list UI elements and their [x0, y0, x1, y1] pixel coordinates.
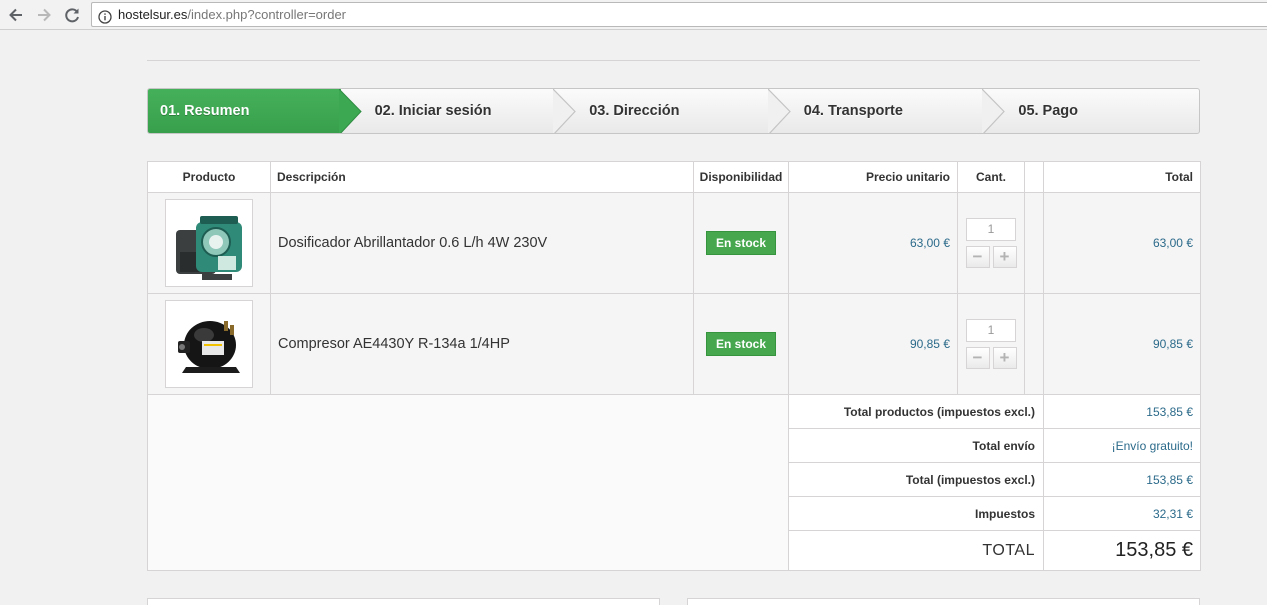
table-row: Compresor AE4430Y R-134a 1/4HP En stock … [147, 293, 1201, 395]
product-description[interactable]: Dosificador Abrillantador 0.6 L/h 4W 230… [270, 192, 694, 294]
summary-label: Total envío [788, 428, 1044, 463]
header-qty: Cant. [957, 161, 1025, 193]
step-label: 05. Pago [1018, 103, 1079, 119]
checkout-steps: 01. Resumen 02. Iniciar sesión 03. Direc… [147, 88, 1200, 134]
qty-plus-button[interactable]: + [992, 246, 1017, 268]
dosing-pump-product-image[interactable] [165, 199, 253, 287]
grand-total-value: 153,85 € [1043, 530, 1201, 571]
table-header-row: Producto Descripción Disponibilidad Prec… [147, 161, 1201, 193]
step-label: 04. Transporte [803, 103, 903, 119]
grand-total-label: TOTAL [788, 530, 1044, 571]
step-arrow-icon [553, 89, 577, 133]
qty-minus-button[interactable]: − [965, 347, 990, 369]
voucher-area [147, 394, 789, 571]
header-product: Producto [147, 161, 271, 193]
qty-cell: 1 − + [957, 192, 1025, 294]
cart-summary-table: Producto Descripción Disponibilidad Prec… [147, 161, 1201, 571]
in-stock-badge: En stock [705, 231, 776, 255]
delete-cell [1024, 192, 1044, 294]
qty-cell: 1 − + [957, 293, 1025, 395]
step-summary[interactable]: 01. Resumen [148, 89, 362, 133]
summary-label: Impuestos [788, 496, 1044, 531]
header-delete [1024, 161, 1044, 193]
summary-value: 32,31 € [1043, 496, 1201, 531]
url-path: /index.php?controller=order [187, 7, 347, 22]
line-total: 90,85 € [1043, 293, 1201, 395]
step-shipping[interactable]: 04. Transporte [770, 89, 1006, 133]
step-payment[interactable]: 05. Pago [984, 89, 1199, 133]
summary-value: 153,85 € [1043, 394, 1201, 429]
step-arrow-icon [767, 89, 791, 133]
table-row: Dosificador Abrillantador 0.6 L/h 4W 230… [147, 192, 1201, 294]
summary-label: Total productos (impuestos excl.) [788, 394, 1044, 429]
product-image-cell [147, 192, 271, 294]
qty-plus-button[interactable]: + [992, 347, 1017, 369]
back-arrow-icon[interactable] [6, 5, 26, 25]
summary-label: Total (impuestos excl.) [788, 462, 1044, 497]
address-bar[interactable]: hostelsur.es/index.php?controller=order [91, 2, 1267, 27]
header-availability: Disponibilidad [693, 161, 789, 193]
header-unit-price: Precio unitario [788, 161, 958, 193]
availability-cell: En stock [693, 293, 789, 395]
step-label: 02. Iniciar sesión [374, 103, 492, 119]
availability-cell: En stock [693, 192, 789, 294]
quantity-input[interactable]: 1 [966, 319, 1016, 342]
summary-row-products: Total productos (impuestos excl.) 153,85… [147, 394, 1201, 571]
address-box-left [147, 598, 660, 605]
summary-value: ¡Envío gratuito! [1043, 428, 1201, 463]
in-stock-badge: En stock [705, 332, 776, 356]
header-divider [147, 60, 1200, 61]
line-total: 63,00 € [1043, 192, 1201, 294]
quantity-stepper: − + [958, 347, 1024, 369]
compressor-product-image[interactable] [165, 300, 253, 388]
product-description[interactable]: Compresor AE4430Y R-134a 1/4HP [270, 293, 694, 395]
forward-arrow-icon[interactable] [34, 5, 54, 25]
product-image-cell [147, 293, 271, 395]
reload-icon[interactable] [62, 5, 82, 25]
header-total: Total [1043, 161, 1201, 193]
unit-price: 90,85 € [788, 293, 958, 395]
step-login[interactable]: 02. Iniciar sesión [341, 89, 577, 133]
header-description: Descripción [270, 161, 694, 193]
step-label: 03. Dirección [589, 103, 680, 119]
url-text: hostelsur.es/index.php?controller=order [118, 3, 346, 26]
unit-price: 63,00 € [788, 192, 958, 294]
qty-minus-button[interactable]: − [965, 246, 990, 268]
step-arrow-icon [338, 89, 362, 133]
step-label: 01. Resumen [160, 103, 250, 119]
info-icon[interactable] [98, 8, 112, 31]
url-host: hostelsur.es [118, 7, 188, 22]
address-box-right [687, 598, 1200, 605]
delete-cell [1024, 293, 1044, 395]
summary-value: 153,85 € [1043, 462, 1201, 497]
step-address[interactable]: 03. Dirección [555, 89, 791, 133]
step-arrow-icon [982, 89, 1006, 133]
quantity-stepper: − + [958, 246, 1024, 268]
browser-toolbar: hostelsur.es/index.php?controller=order [0, 0, 1267, 30]
quantity-input[interactable]: 1 [966, 218, 1016, 241]
